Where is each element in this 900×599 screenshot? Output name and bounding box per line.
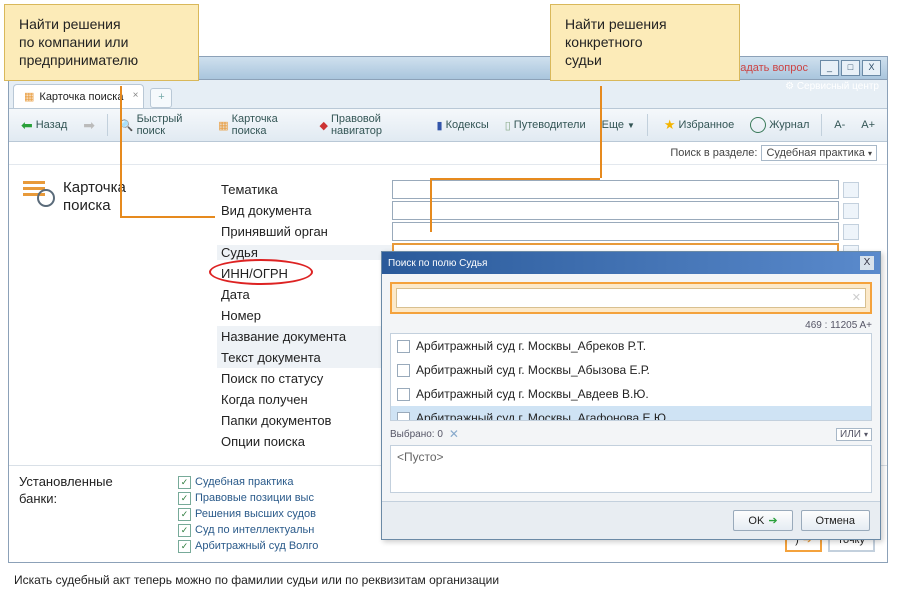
banks-list: ✓Судебная практика ✓Правовые позиции выс… [178, 474, 318, 554]
search-card-icon [23, 179, 53, 205]
field-icon[interactable] [843, 182, 859, 198]
figure-caption: Искать судебный акт теперь можно по фами… [14, 573, 499, 587]
field-icon[interactable] [843, 224, 859, 240]
checkbox[interactable] [397, 364, 410, 377]
favorites-button[interactable]: ★Избранное [658, 114, 740, 136]
font-increase[interactable]: A+ [855, 116, 881, 134]
minimize-button[interactable]: _ [820, 60, 839, 76]
codex-button[interactable]: ▮Кодексы [431, 116, 495, 135]
legal-navigator-button[interactable]: ◆Правовой навигатор [313, 110, 426, 140]
callout-line [600, 86, 602, 178]
callout-line [120, 86, 122, 216]
field-vid[interactable]: Вид документа [217, 200, 877, 221]
service-center-link[interactable]: ⚙ Сервисный центр [785, 81, 879, 92]
dialog-count: 469 : 11205 A+ [390, 320, 872, 331]
list-item[interactable]: Арбитражный суд г. Москвы_Авдеев В.Ю. [391, 382, 871, 406]
toolbar: ⬅Назад ➡ 🔍Быстрый поиск ▦Карточка поиска… [9, 109, 887, 142]
checkbox[interactable] [397, 340, 410, 353]
tab-bar: ▦ Карточка поиска × + [9, 80, 887, 109]
section-label: Поиск в разделе: [670, 147, 757, 159]
bank-item[interactable]: ✓Суд по интеллектуальн [178, 522, 318, 538]
bank-item[interactable]: ✓Судебная практика [178, 474, 318, 490]
dialog-selection-box: <Пусто> [390, 445, 872, 493]
dialog-search-input[interactable] [396, 288, 866, 308]
list-item[interactable]: Арбитражный суд г. Москвы_Абызова Е.Р. [391, 358, 871, 382]
journal-button[interactable]: Журнал [744, 114, 815, 136]
list-item[interactable]: Арбитражный суд г. Москвы_Агафонова Е.Ю. [391, 406, 871, 421]
back-button[interactable]: ⬅Назад [15, 114, 73, 137]
dialog-search-wrap [390, 282, 872, 314]
dialog-close-button[interactable]: X [860, 256, 874, 270]
banks-label: Установленные банки: [19, 474, 164, 554]
ok-button[interactable]: OK➔ [733, 510, 792, 531]
logic-select[interactable]: ИЛИ ▾ [836, 428, 872, 441]
clock-icon [750, 117, 766, 133]
bank-item[interactable]: ✓Арбитражный суд Волго [178, 538, 318, 554]
search-card-button[interactable]: ▦Карточка поиска [212, 110, 309, 140]
callout-line [120, 216, 215, 218]
judge-search-dialog: Поиск по полю Судья X 469 : 11205 A+ Арб… [381, 251, 881, 540]
dialog-titlebar: Поиск по полю Судья X [382, 252, 880, 274]
more-button[interactable]: Еще ▼ [596, 116, 641, 134]
section-select[interactable]: Судебная практика ▾ [761, 145, 877, 161]
dialog-list[interactable]: Арбитражный суд г. Москвы_Абреков Р.Т. А… [390, 333, 872, 421]
callout-line [430, 178, 600, 180]
tab-search-card[interactable]: ▦ Карточка поиска × [13, 84, 144, 108]
callout-judge: Найти решения конкретного судьи [550, 4, 740, 81]
dialog-selected-bar: Выбрано: 0 ✕ ИЛИ ▾ [390, 427, 872, 441]
app-window: ❓ Задать вопрос _ □ X ⚙ Сервисный центр … [8, 56, 888, 563]
field-organ[interactable]: Принявший орган [217, 221, 877, 242]
field-tematika[interactable]: Тематика [217, 179, 877, 200]
bank-item[interactable]: ✓Решения высших судов [178, 506, 318, 522]
list-item[interactable]: Арбитражный суд г. Москвы_Абреков Р.Т. [391, 334, 871, 358]
close-button[interactable]: X [862, 60, 881, 76]
callout-company: Найти решения по компании или предприним… [4, 4, 199, 81]
cancel-button[interactable]: Отмена [801, 510, 870, 531]
checkbox[interactable] [397, 388, 410, 401]
maximize-button[interactable]: □ [841, 60, 860, 76]
bank-item[interactable]: ✓Правовые позиции выс [178, 490, 318, 506]
section-bar: Поиск в разделе: Судебная практика ▾ [9, 142, 887, 165]
guides-button[interactable]: ▯Путеводители [499, 116, 592, 135]
font-decrease[interactable]: A- [828, 116, 851, 134]
new-tab-button[interactable]: + [150, 88, 172, 108]
callout-line [430, 178, 432, 232]
close-icon[interactable]: × [133, 90, 139, 101]
content-area: Карточкапоиска Тематика Вид документа Пр… [9, 165, 887, 562]
checkbox[interactable] [397, 412, 410, 422]
field-icon[interactable] [843, 203, 859, 219]
quick-search-button[interactable]: 🔍Быстрый поиск [114, 110, 208, 140]
forward-button[interactable]: ➡ [77, 114, 101, 137]
